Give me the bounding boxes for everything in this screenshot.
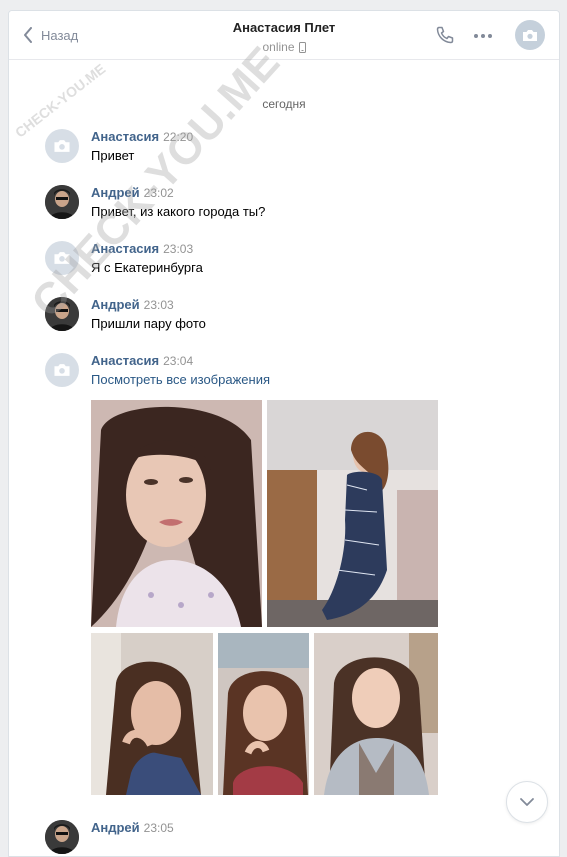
message-text: Привет, из какого города ты? bbox=[91, 204, 266, 219]
avatar[interactable] bbox=[45, 129, 79, 163]
gallery-photo[interactable] bbox=[267, 400, 438, 627]
message-author[interactable]: Анастасия bbox=[91, 241, 159, 256]
scroll-down-button[interactable] bbox=[506, 781, 548, 823]
contact-avatar[interactable] bbox=[515, 20, 545, 50]
message-time[interactable]: 23:02 bbox=[144, 186, 174, 200]
message-author[interactable]: Андрей bbox=[91, 297, 140, 312]
chat-window: Назад Анастасия Плет online сегодня Анас… bbox=[8, 10, 560, 857]
gallery-photo[interactable] bbox=[91, 400, 262, 627]
camera-icon bbox=[523, 29, 537, 41]
user-photo-icon bbox=[45, 185, 79, 219]
message-time[interactable]: 22:20 bbox=[163, 130, 193, 144]
camera-icon bbox=[54, 252, 70, 264]
message-time[interactable]: 23:04 bbox=[163, 354, 193, 368]
avatar[interactable] bbox=[45, 297, 79, 331]
avatar[interactable] bbox=[45, 185, 79, 219]
portrait-photo bbox=[218, 633, 309, 795]
gallery-photo[interactable] bbox=[218, 633, 309, 795]
message-author[interactable]: Анастасия bbox=[91, 129, 159, 144]
message-text: Я с Екатеринбурга bbox=[91, 260, 203, 275]
online-status: online bbox=[262, 40, 306, 54]
avatar[interactable] bbox=[45, 820, 79, 854]
phone-icon[interactable] bbox=[435, 25, 455, 45]
more-dots-icon[interactable] bbox=[473, 33, 493, 39]
mobile-phone-icon bbox=[298, 41, 306, 53]
camera-icon bbox=[54, 140, 70, 152]
message-author[interactable]: Анастасия bbox=[91, 353, 159, 368]
avatar[interactable] bbox=[45, 241, 79, 275]
message-text: Привет bbox=[91, 148, 135, 163]
portrait-photo bbox=[267, 400, 438, 627]
date-separator: сегодня bbox=[262, 97, 306, 111]
message-time[interactable]: 23:03 bbox=[144, 298, 174, 312]
portrait-photo bbox=[314, 633, 438, 795]
message-author[interactable]: Андрей bbox=[91, 185, 140, 200]
portrait-photo bbox=[91, 400, 262, 627]
message-time[interactable]: 23:05 bbox=[144, 821, 174, 835]
user-photo-icon bbox=[45, 297, 79, 331]
chat-header: Назад Анастасия Плет online bbox=[9, 11, 559, 60]
message-author[interactable]: Андрей bbox=[91, 820, 140, 835]
message-text: Пришли пару фото bbox=[91, 316, 206, 331]
avatar[interactable] bbox=[45, 353, 79, 387]
portrait-photo bbox=[91, 633, 213, 795]
status-text: online bbox=[262, 40, 295, 54]
gallery-photo[interactable] bbox=[91, 633, 213, 795]
view-all-images-link[interactable]: Посмотреть все изображения bbox=[91, 372, 270, 387]
chevron-down-icon bbox=[520, 798, 534, 806]
camera-icon bbox=[54, 364, 70, 376]
user-photo-icon bbox=[45, 820, 79, 854]
gallery-photo[interactable] bbox=[314, 633, 438, 795]
message-time[interactable]: 23:03 bbox=[163, 242, 193, 256]
